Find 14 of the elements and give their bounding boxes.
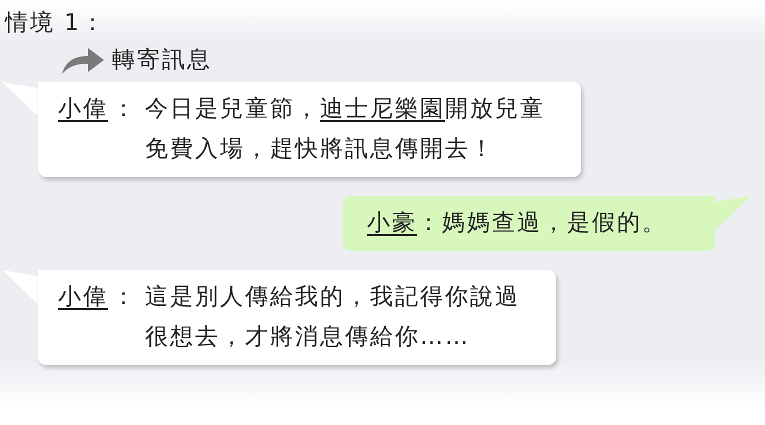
message-line: 很想去，才將消息傳給你……: [145, 323, 471, 352]
colon: ：: [417, 209, 442, 238]
colon: ：: [112, 283, 137, 312]
colon: ：: [112, 95, 137, 124]
sender-name: 小偉: [58, 95, 108, 124]
sender-name: 小偉: [58, 283, 108, 312]
forward-arrow-icon: [62, 48, 104, 74]
message-line: 媽媽查過，是假的。: [442, 209, 667, 238]
message-line: 今日是兒童節，迪士尼樂園 開放兒童: [145, 95, 545, 124]
message-line: 免費入場，趕快將訊息傳開去！: [145, 135, 496, 164]
scenario-title: 情境 1：: [4, 9, 106, 38]
forward-label: 轉寄訊息: [112, 46, 212, 76]
message-line: 這是別人傳給我的，我記得你說過: [145, 283, 520, 312]
sender-name: 小豪: [367, 209, 417, 238]
